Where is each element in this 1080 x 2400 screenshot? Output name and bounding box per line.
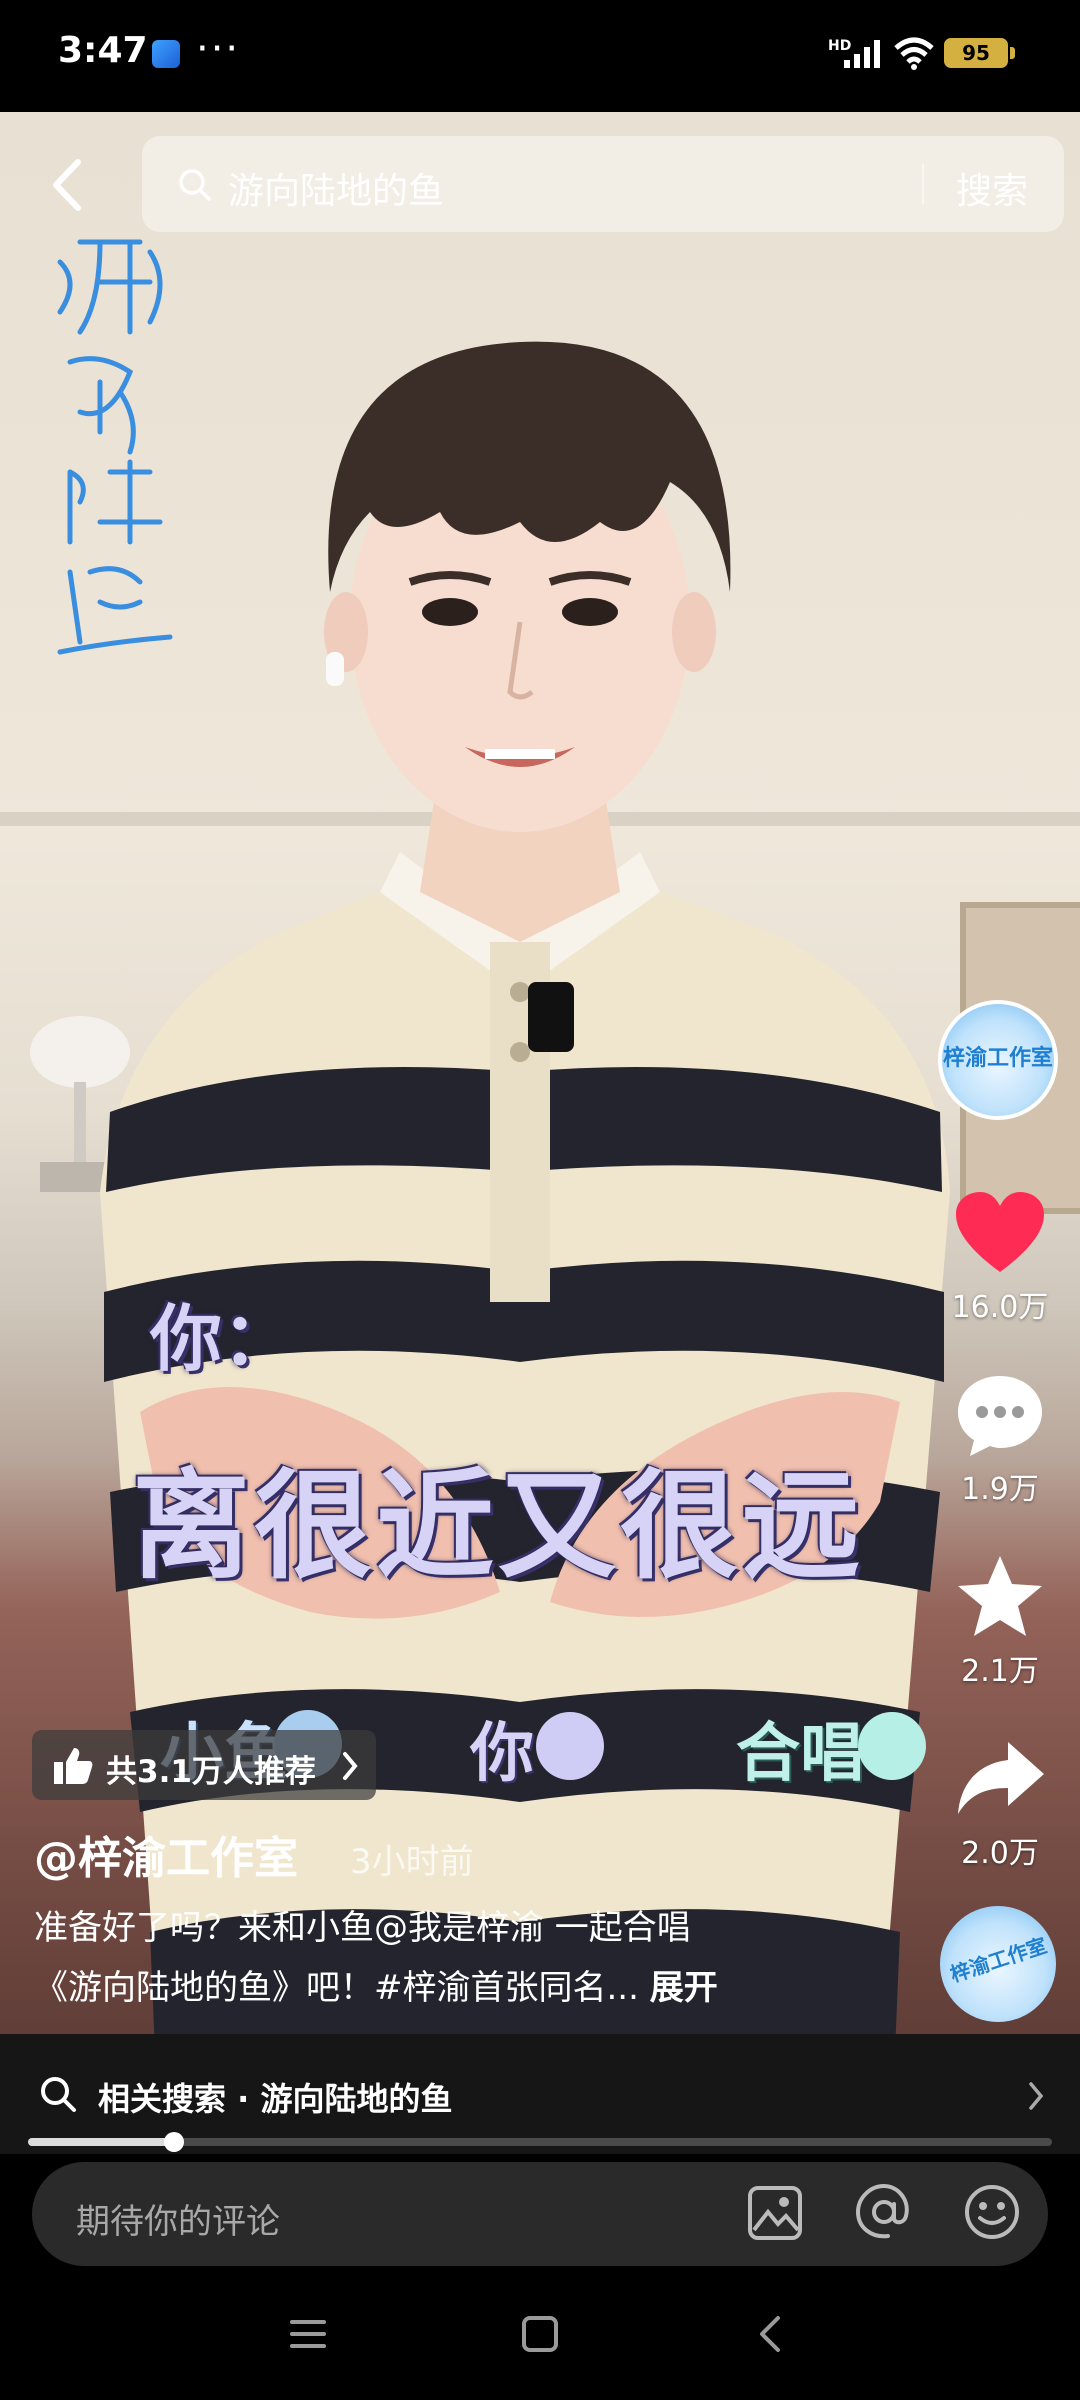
caption-line-2-text: 《游向陆地的鱼》吧！#梓渝首张同名...	[34, 1968, 639, 2008]
lyric-line: 离很近又很远	[132, 1456, 865, 1595]
more-notifications-icon: ···	[196, 26, 241, 72]
image-icon[interactable]	[746, 2184, 804, 2242]
recommend-count-label: 共3.1万人推荐	[106, 1754, 316, 1790]
search-icon	[179, 169, 211, 201]
wifi-icon	[894, 37, 934, 70]
lyric-speaker-label: 你：	[150, 1296, 295, 1381]
author-avatar[interactable]: 梓渝工作室	[938, 1000, 1058, 1120]
app-notification-icon	[152, 40, 180, 68]
emoji-icon[interactable]	[962, 2182, 1022, 2242]
comment-count: 1.9万	[961, 1472, 1039, 1507]
music-disc-logo-text: 梓渝工作室	[947, 1933, 1050, 1987]
search-input[interactable]: 游向陆地的鱼	[228, 162, 444, 214]
heart-icon[interactable]	[952, 1188, 1048, 1278]
battery-cap	[1010, 47, 1015, 59]
avatar-logo-text: 梓渝工作室	[942, 1046, 1053, 1071]
caption-line-1: 准备好了吗？来和小鱼@我是梓渝 一起合唱	[34, 1908, 691, 1948]
share-arrow-icon[interactable]	[952, 1734, 1048, 1824]
tag-hechang-dot	[858, 1712, 926, 1780]
post-time: 3小时前	[350, 1842, 474, 1882]
comment-placeholder[interactable]: 期待你的评论	[76, 2194, 280, 2243]
signal-icon	[844, 40, 880, 68]
star-icon[interactable]	[952, 1552, 1048, 1642]
chevron-right-icon	[343, 1752, 358, 1780]
progress-knob[interactable]	[164, 2132, 184, 2152]
back-arrow-icon[interactable]	[38, 150, 98, 220]
caption-line-2: 《游向陆地的鱼》吧！#梓渝首张同名... 展开	[34, 1960, 718, 2009]
recent-apps-icon[interactable]	[288, 2316, 328, 2352]
related-search-label[interactable]: 相关搜索 · 游向陆地的鱼	[98, 2074, 452, 2120]
favorite-count: 2.1万	[961, 1654, 1039, 1689]
battery-indicator: 95	[944, 38, 1008, 68]
tag-ni-dot	[536, 1712, 604, 1780]
music-disc[interactable]: 梓渝工作室	[940, 1906, 1056, 2022]
tag-ni: 你	[470, 1716, 534, 1791]
tag-hechang: 合唱	[736, 1716, 864, 1791]
progress-fill	[28, 2138, 174, 2146]
comment-bubble-icon[interactable]	[952, 1370, 1048, 1460]
chevron-right-icon	[1029, 2082, 1044, 2110]
thumbs-up-icon	[54, 1748, 93, 1784]
share-count: 2.0万	[961, 1836, 1039, 1871]
like-count: 16.0万	[951, 1290, 1049, 1325]
nav-back-icon[interactable]	[754, 2312, 786, 2356]
home-icon[interactable]	[520, 2314, 560, 2354]
handwritten-title-art	[57, 239, 173, 655]
expand-caption-button[interactable]: 展开	[650, 1968, 718, 2008]
search-icon	[41, 2077, 76, 2112]
status-time: 3:47	[58, 30, 148, 71]
search-divider	[922, 164, 924, 204]
at-icon[interactable]	[854, 2182, 914, 2242]
author-name[interactable]: @梓渝工作室	[34, 1822, 298, 1886]
search-button[interactable]: 搜索	[956, 162, 1028, 214]
